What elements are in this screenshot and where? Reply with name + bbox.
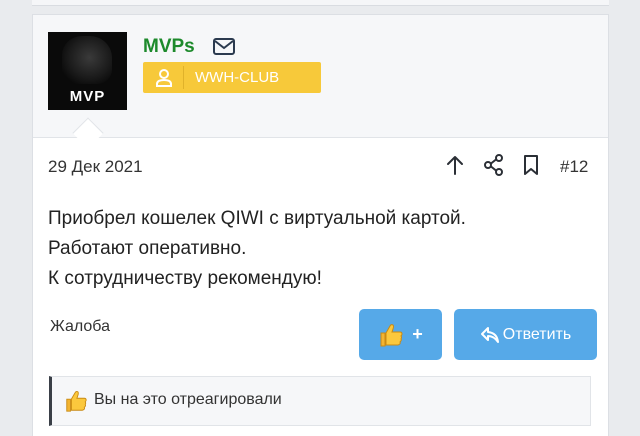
share-icon[interactable] [483,154,505,176]
reply-arrow-icon [480,326,499,343]
mail-icon[interactable] [213,38,235,55]
post-date[interactable]: 29 Дек 2021 [48,157,143,177]
user-icon [156,68,172,87]
like-plus-label: + [412,324,423,344]
post-body: Приобрел кошелек QIWI с виртуальной карт… [48,204,588,294]
reaction-summary-text[interactable]: Вы на это отреагировали [94,391,282,409]
badge-label: WWH-CLUB [195,69,280,86]
reply-label: Ответить [502,325,572,343]
username-link[interactable]: MVPs [143,36,195,58]
post-number-link[interactable]: #12 [560,157,588,177]
post-body-line: К сотрудничеству рекомендую! [48,268,322,289]
report-link[interactable]: Жалоба [50,318,110,336]
reply-button[interactable]: Ответить [454,309,597,360]
like-button[interactable]: + [359,309,442,360]
post-body-line: Приобрел кошелек QIWI с виртуальной карт… [48,208,466,229]
bookmark-icon[interactable] [520,154,542,176]
post-body-line: Работают оперативно. [48,238,247,259]
avatar-figure [62,36,112,84]
user-group-badge: WWH-CLUB [143,62,321,93]
reaction-bar[interactable]: Вы на это отреагировали [49,376,591,426]
avatar-label: MVP [69,88,106,105]
arrow-up-icon[interactable] [444,154,466,176]
badge-divider [183,66,184,89]
thumbs-up-icon [380,323,403,346]
previous-post-edge [32,0,609,6]
badge-user-icon-box [143,62,185,93]
thumbs-up-icon [66,391,87,412]
avatar[interactable]: MVP [48,32,127,110]
